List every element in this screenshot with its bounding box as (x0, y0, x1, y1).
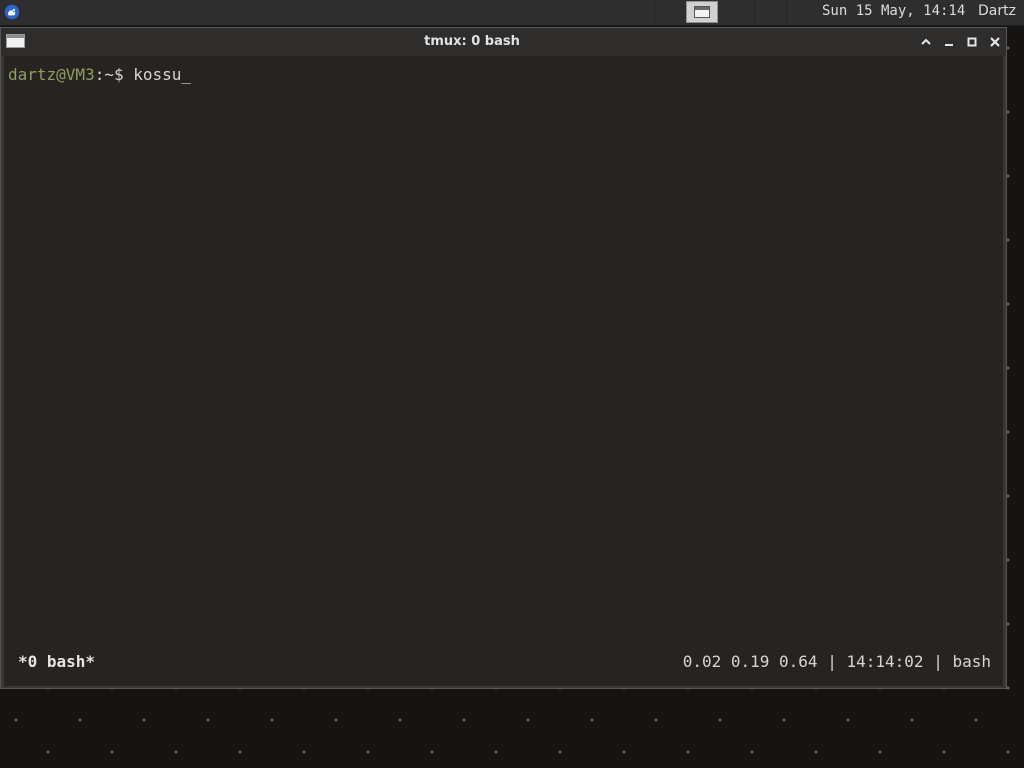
tmux-current-command: bash (952, 652, 991, 671)
maximize-icon (967, 37, 977, 47)
window-title: tmux: 0 bash (424, 34, 520, 49)
window-titlebar[interactable]: tmux: 0 bash (1, 28, 1006, 56)
typed-command: kossu (133, 65, 182, 84)
tmux-window-label[interactable]: *0 bash* (18, 650, 95, 674)
minimize-button[interactable] (939, 32, 959, 52)
panel-separator (786, 0, 787, 25)
close-button[interactable] (985, 32, 1005, 52)
shade-up-icon (921, 38, 931, 45)
top-panel: Sun 15 May, 14:14 Dartz (0, 0, 1024, 26)
panel-separator (754, 0, 755, 25)
tmux-status-right: 0.02 0.19 0.64 | 14:14:02 | bash (683, 650, 991, 674)
prompt-user-host: dartz@VM3 (8, 65, 95, 84)
panel-clock[interactable]: Sun 15 May, 14:14 (822, 3, 965, 19)
tmux-time: 14:14:02 (846, 652, 924, 671)
panel-separator (654, 0, 655, 25)
tmux-load-average: 0.02 0.19 0.64 (682, 652, 818, 671)
text-cursor: _ (181, 65, 192, 84)
shade-button[interactable] (916, 32, 936, 52)
status-separator: | (933, 652, 943, 671)
taskbar-window-button[interactable] (686, 1, 718, 23)
prompt-path: :~$ (94, 65, 134, 84)
command-line: dartz@VM3:~$ kossu_ (8, 65, 191, 85)
terminal-window: tmux: 0 bash dartz@VM3:~$ kossu_ *0 bash… (0, 27, 1007, 689)
minimize-icon (945, 44, 953, 46)
status-separator: | (827, 652, 837, 671)
tmux-status-bar: *0 bash* 0.02 0.19 0.64 | 14:14:02 | bas… (4, 650, 1003, 674)
applications-menu-button[interactable] (3, 3, 21, 21)
window-icon (694, 6, 710, 18)
xfce-mouse-icon (4, 4, 20, 20)
terminal-area[interactable] (4, 56, 1003, 686)
panel-user-name[interactable]: Dartz (978, 3, 1016, 19)
maximize-button[interactable] (962, 32, 982, 52)
close-icon (990, 37, 1000, 47)
